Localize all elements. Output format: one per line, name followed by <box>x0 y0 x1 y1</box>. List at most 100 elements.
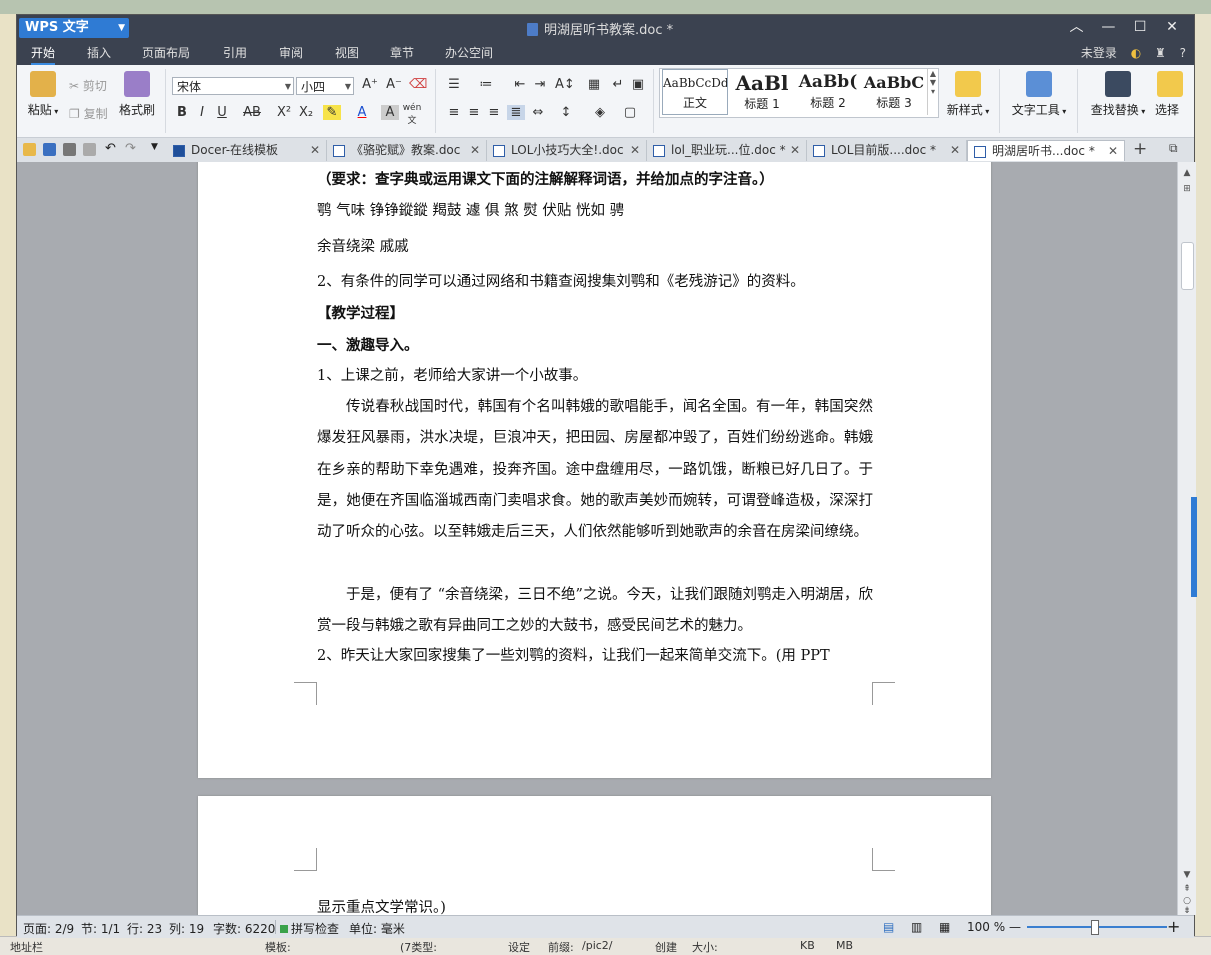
menu-chapter[interactable]: 章节 <box>390 44 414 61</box>
shading-icon[interactable]: ◈ <box>591 105 609 120</box>
cut-button[interactable]: ✂ 剪切 <box>69 77 107 94</box>
tab-list-icon[interactable]: ⧉ <box>1169 141 1178 156</box>
menu-home[interactable]: 开始 <box>31 44 56 65</box>
strikethrough-icon[interactable]: AB <box>241 105 263 120</box>
save-icon[interactable] <box>43 143 56 156</box>
align-center-icon[interactable]: ≡ <box>465 105 483 120</box>
line-spacing-icon[interactable]: ↕ <box>557 105 575 120</box>
tab-doc[interactable]: LOL目前版....doc * ✕ <box>807 140 967 161</box>
decrease-indent-icon[interactable]: ⇤ <box>511 77 529 92</box>
align-right-icon[interactable]: ≡ <box>485 105 503 120</box>
customize-qa-icon[interactable]: ▼ <box>151 142 158 152</box>
font-size-combo[interactable]: 小四 ▼ <box>296 77 354 95</box>
subscript-icon[interactable]: X₂ <box>297 105 315 120</box>
browse-object-icon[interactable]: ○ <box>1181 896 1193 906</box>
open-icon[interactable] <box>23 143 36 156</box>
style-heading-3[interactable]: AaBbC 标题 3 <box>862 69 926 115</box>
tab-doc[interactable]: lol_职业玩...位.doc * ✕ <box>647 140 807 161</box>
status-unit[interactable]: 单位: 毫米 <box>349 920 405 937</box>
close-button[interactable]: ✕ <box>1158 17 1186 37</box>
menu-page-layout[interactable]: 页面布局 <box>142 44 190 61</box>
outline-view-icon[interactable]: ▥ <box>911 920 922 934</box>
close-tab-icon[interactable]: ✕ <box>1108 141 1118 162</box>
shrink-font-icon[interactable]: A⁻ <box>385 77 403 92</box>
maximize-button[interactable]: ☐ <box>1126 17 1154 37</box>
close-tab-icon[interactable]: ✕ <box>950 140 960 161</box>
table-grid-icon[interactable]: ▦ <box>585 77 603 92</box>
zoom-level[interactable]: 100 % <box>967 920 1005 934</box>
copy-button[interactable]: ❐ 复制 <box>69 105 108 122</box>
menu-insert[interactable]: 插入 <box>87 44 111 61</box>
text-tools-button[interactable]: 文字工具 ▾ <box>1007 71 1071 118</box>
zoom-slider-thumb[interactable] <box>1091 920 1099 935</box>
scroll-top-icon[interactable]: ▲ <box>1181 168 1193 178</box>
prev-page-icon[interactable]: ⇞ <box>1181 884 1193 894</box>
document-editor[interactable]: （要求：查字典或运用课文下面的注解解释词语，并给加点的字注音。） 鹗 气味 铮铮… <box>17 162 1177 915</box>
undo-icon[interactable]: ↶ <box>105 141 116 156</box>
close-tab-icon[interactable]: ✕ <box>790 140 800 161</box>
scroll-thumb[interactable] <box>1181 242 1194 290</box>
page-nav-icon[interactable]: ⊞ <box>1181 184 1193 194</box>
align-left-icon[interactable]: ≡ <box>445 105 463 120</box>
increase-indent-icon[interactable]: ⇥ <box>531 77 549 92</box>
bold-icon[interactable]: B <box>173 105 191 120</box>
login-link[interactable]: 未登录 <box>1081 46 1117 60</box>
wps-app-button[interactable]: WPS 文字 ▼ <box>19 18 129 38</box>
font-color-icon[interactable]: A <box>353 105 371 120</box>
select-button[interactable]: 选择 <box>1155 71 1183 118</box>
distribute-icon[interactable]: ⇔ <box>529 105 547 120</box>
scroll-down-icon[interactable]: ▼ <box>1181 870 1193 880</box>
menu-view[interactable]: 视图 <box>335 44 359 61</box>
style-normal[interactable]: AaBbCcDd 正文 <box>662 69 728 115</box>
find-replace-button[interactable]: 查找替换 ▾ <box>1087 71 1149 118</box>
justify-icon[interactable]: ≣ <box>507 105 525 120</box>
text-direction-icon[interactable]: A↕ <box>555 77 575 92</box>
spell-check-toggle[interactable]: 拼写检查 <box>280 920 339 937</box>
grow-font-icon[interactable]: A⁺ <box>361 77 379 92</box>
tab-docer[interactable]: Docer-在线模板 ✕ <box>167 140 327 161</box>
phonetic-guide-icon[interactable]: wén文 <box>401 103 423 126</box>
side-panel-toggle[interactable] <box>1191 497 1197 597</box>
new-style-button[interactable]: 新样式 ▾ <box>941 71 995 118</box>
status-page[interactable]: 页面: 2/9 <box>23 920 74 937</box>
bullets-icon[interactable]: ☰ <box>445 77 463 92</box>
web-view-icon[interactable]: ▦ <box>939 920 950 934</box>
font-name-combo[interactable]: 宋体 ▼ <box>172 77 294 95</box>
zoom-in-icon[interactable]: + <box>1167 917 1180 936</box>
borders-icon[interactable]: ▢ <box>621 105 639 120</box>
tab-doc[interactable]: 《骆驼赋》教案.doc ✕ <box>327 140 487 161</box>
underline-icon[interactable]: U <box>213 105 231 120</box>
style-heading-1[interactable]: AaBl 标题 1 <box>730 69 794 115</box>
style-scroll[interactable]: ▲ ▼ ▾ <box>927 69 938 115</box>
show-hide-icon[interactable]: ▣ <box>629 77 647 92</box>
page-view-icon[interactable]: ▤ <box>883 920 894 934</box>
print-icon[interactable] <box>63 143 76 156</box>
char-shading-icon[interactable]: A <box>381 105 399 120</box>
skin-icon[interactable]: ◐ <box>1131 46 1141 60</box>
paragraph-mark-icon[interactable]: ↵ <box>609 77 627 92</box>
superscript-icon[interactable]: X² <box>275 105 293 120</box>
collapse-ribbon-icon[interactable]: ︿ <box>1063 17 1091 37</box>
tab-doc[interactable]: LOL小技巧大全!.doc ✕ <box>487 140 647 161</box>
zoom-out-icon[interactable]: — <box>1009 920 1021 934</box>
redo-icon[interactable]: ↷ <box>125 141 136 156</box>
numbering-icon[interactable]: ≔ <box>477 77 495 92</box>
minimize-button[interactable]: — <box>1094 17 1122 37</box>
close-tab-icon[interactable]: ✕ <box>470 140 480 161</box>
new-tab-icon[interactable]: + <box>1133 139 1147 159</box>
status-word-count[interactable]: 字数: 6220 <box>213 920 275 937</box>
tab-active-doc[interactable]: 明湖居听书...doc * ✕ <box>967 140 1125 161</box>
close-tab-icon[interactable]: ✕ <box>310 140 320 161</box>
menu-references[interactable]: 引用 <box>223 44 247 61</box>
help-button[interactable]: ? <box>1180 46 1186 60</box>
italic-icon[interactable]: I <box>193 105 211 120</box>
close-tab-icon[interactable]: ✕ <box>630 140 640 161</box>
highlight-icon[interactable]: ✎ <box>323 105 341 120</box>
format-painter-button[interactable]: 格式刷 <box>117 71 157 118</box>
clear-format-icon[interactable]: ⌫ <box>409 77 427 92</box>
shirt-icon[interactable]: ♜ <box>1155 46 1166 60</box>
style-heading-2[interactable]: AaBb( 标题 2 <box>796 69 860 115</box>
print-preview-icon[interactable] <box>83 143 96 156</box>
menu-review[interactable]: 审阅 <box>279 44 303 61</box>
menu-office-space[interactable]: 办公空间 <box>445 44 493 61</box>
